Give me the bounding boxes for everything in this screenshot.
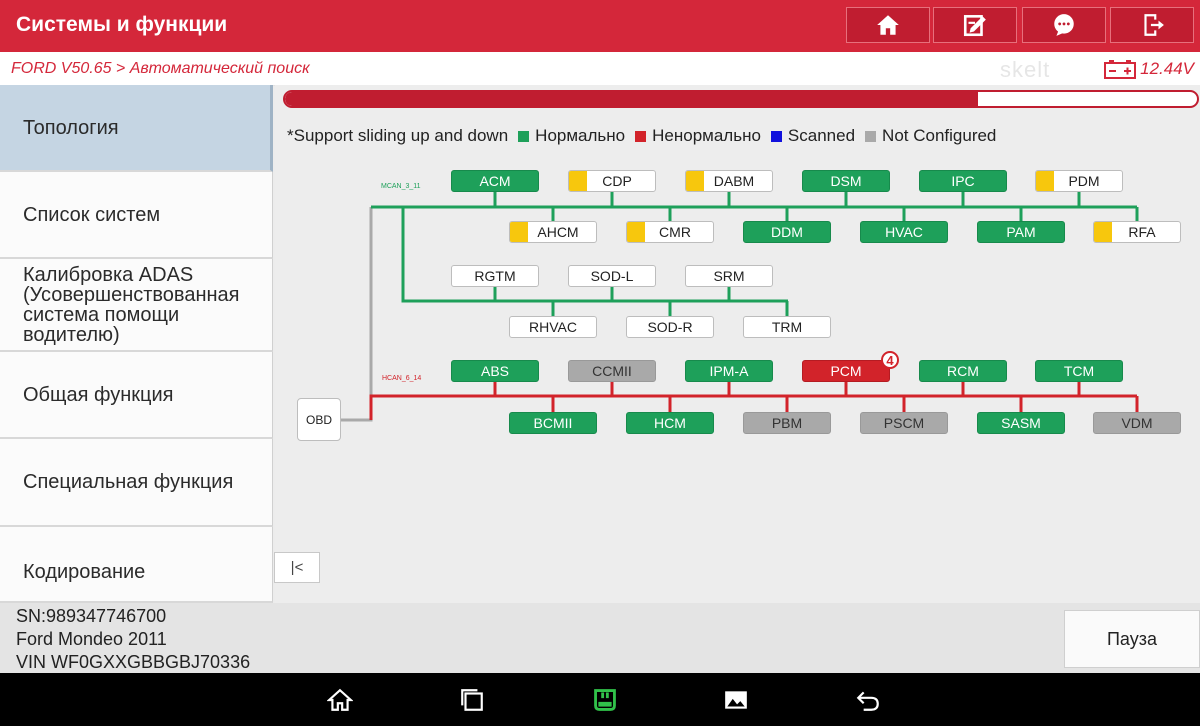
- module-pbm[interactable]: PBM: [743, 412, 831, 434]
- module-srm[interactable]: SRM: [685, 265, 773, 287]
- vci-icon: [594, 689, 616, 711]
- module-label: SASM: [1001, 415, 1041, 431]
- bus-label-mcan: MCAN_3_11: [381, 183, 421, 190]
- module-dsm[interactable]: DSM: [802, 170, 890, 192]
- module-label: RFA: [1128, 224, 1156, 240]
- collapse-left-icon: |<: [290, 559, 304, 576]
- module-ipc[interactable]: IPC: [919, 170, 1007, 192]
- module-label: CDP: [602, 173, 632, 189]
- module-label: BCMII: [533, 415, 573, 431]
- module-hvac[interactable]: HVAC: [860, 221, 948, 243]
- module-bcmii[interactable]: BCMII: [509, 412, 597, 434]
- module-ipm-a[interactable]: IPM-A: [685, 360, 773, 382]
- module-ddm[interactable]: DDM: [743, 221, 831, 243]
- module-label: SRM: [713, 268, 745, 284]
- module-label: TRM: [771, 319, 803, 335]
- back-icon: [856, 691, 879, 711]
- module-label: PCM: [830, 363, 862, 379]
- module-label: RGTM: [474, 268, 516, 284]
- module-label: HCM: [654, 415, 686, 431]
- serial-number: SN:989347746700: [16, 606, 167, 626]
- module-label: CCMII: [592, 363, 632, 379]
- vehicle-model: Ford Mondeo 2011: [16, 629, 167, 649]
- module-rgtm[interactable]: RGTM: [451, 265, 539, 287]
- module-sod-l[interactable]: SOD-L: [568, 265, 656, 287]
- module-ccmii[interactable]: CCMII: [568, 360, 656, 382]
- vehicle-info-bar: SN:989347746700 Ford Mondeo 2011 VIN WF0…: [0, 603, 1200, 673]
- module-vdm[interactable]: VDM: [1093, 412, 1181, 434]
- nav-recents-button[interactable]: [457, 685, 487, 715]
- module-dabm[interactable]: DABM: [685, 170, 773, 192]
- module-label: PSCM: [883, 415, 925, 431]
- module-hcm[interactable]: HCM: [626, 412, 714, 434]
- module-label: VDM: [1121, 415, 1153, 431]
- fault-count-badge: 4: [881, 351, 899, 369]
- gallery-icon: [725, 691, 747, 709]
- module-label: DABM: [713, 173, 755, 189]
- module-rfa[interactable]: RFA: [1093, 221, 1181, 243]
- module-label: IPM-A: [709, 363, 749, 379]
- module-tcm[interactable]: TCM: [1035, 360, 1123, 382]
- obd-connector: OBD: [297, 398, 341, 441]
- module-label: TCM: [1063, 363, 1095, 379]
- nav-home-button[interactable]: [325, 685, 355, 715]
- bus-label-hcan: HCAN_6_14: [382, 375, 422, 382]
- module-label: PAM: [1006, 224, 1036, 240]
- system-nav-bar: [0, 673, 1200, 726]
- module-label: PBM: [771, 415, 803, 431]
- module-pam[interactable]: PAM: [977, 221, 1065, 243]
- module-cmr[interactable]: CMR: [626, 221, 714, 243]
- module-sod-r[interactable]: SOD-R: [626, 316, 714, 338]
- nav-screenshot-button[interactable]: [721, 685, 751, 715]
- collapse-sidebar-button[interactable]: |<: [274, 552, 320, 583]
- module-ahcm[interactable]: AHCM: [509, 221, 597, 243]
- module-rcm[interactable]: RCM: [919, 360, 1007, 382]
- module-label: CMR: [659, 224, 691, 240]
- module-label: SOD-L: [590, 268, 634, 284]
- module-label: IPC: [951, 173, 975, 189]
- nav-vci-button[interactable]: [588, 685, 622, 715]
- module-pcm[interactable]: PCM 4: [802, 351, 899, 382]
- module-label: SOD-R: [647, 319, 693, 335]
- module-label: DSM: [830, 173, 862, 189]
- module-label: ABS: [480, 363, 509, 379]
- module-trm[interactable]: TRM: [743, 316, 831, 338]
- vehicle-vin: VIN WF0GXXGBBGBJ70336: [16, 652, 251, 672]
- module-label: HVAC: [885, 224, 923, 240]
- recent-apps-icon: [461, 689, 483, 711]
- module-label: RHVAC: [529, 319, 577, 335]
- module-label: DDM: [771, 224, 803, 240]
- module-abs[interactable]: ABS: [451, 360, 539, 382]
- module-rhvac[interactable]: RHVAC: [509, 316, 597, 338]
- module-label: RCM: [947, 363, 979, 379]
- module-acm[interactable]: ACM: [451, 170, 539, 192]
- module-pdm[interactable]: PDM: [1035, 170, 1123, 192]
- module-cdp[interactable]: CDP: [568, 170, 656, 192]
- home-icon: [327, 688, 353, 711]
- module-label: AHCM: [537, 224, 579, 240]
- module-sasm[interactable]: SASM: [977, 412, 1065, 434]
- module-label: PDM: [1068, 173, 1100, 189]
- pause-button[interactable]: Пауза: [1064, 610, 1200, 668]
- nav-back-button[interactable]: [853, 685, 883, 715]
- module-label: ACM: [479, 173, 511, 189]
- module-pscm[interactable]: PSCM: [860, 412, 948, 434]
